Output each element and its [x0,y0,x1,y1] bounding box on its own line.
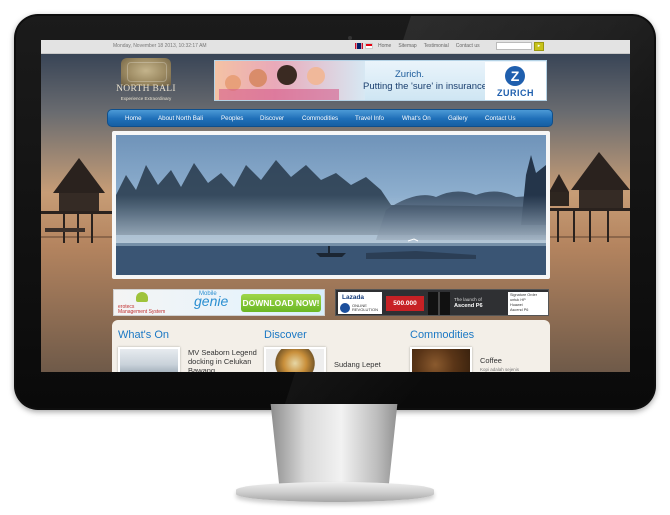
nav-about[interactable]: About North Bali [158,115,203,122]
english-flag-icon[interactable] [355,43,363,49]
launch-line: The launch of [454,297,482,302]
item-title[interactable]: Coffee [480,356,540,365]
top-link-testimonial[interactable]: Testimonial [424,43,449,49]
top-links: Home Sitemap Testimonial Contact us [378,43,480,49]
section-heading[interactable]: What's On [118,329,169,341]
monitor-base [236,482,434,502]
lazada-huawei-ad[interactable]: Lazada ONLINE REVOLUTION 500.000 The lau… [335,289,549,316]
item-title[interactable]: Sudang Lepet [334,360,394,369]
thumbnail-ship[interactable] [118,347,180,372]
thumbnail-coffee[interactable] [410,347,472,372]
logo-emblem-icon [121,58,171,86]
section-commodities: Commodities Coffee Kopi adalah sejenis [404,320,544,372]
section-heading[interactable]: Commodities [410,329,474,341]
zurich-wordmark: ZURICH [497,88,534,98]
item-subtitle: Kopi adalah sejenis [480,367,520,372]
main-navigation: Home About North Bali Peoples Discover C… [107,109,553,127]
lazada-name: Lazada [342,294,365,301]
lazada-sub: ONLINE REVOLUTION [352,303,379,312]
zurich-z-icon: Z [505,66,525,86]
pier-hut-left [41,158,121,243]
top-link-contact[interactable]: Contact us [456,43,480,49]
top-link-home[interactable]: Home [378,43,391,49]
current-date: Monday, November 18 2013, 10:32:17 AM [113,43,207,49]
order-line-4: Ascend P6 [510,308,529,312]
nav-travel-info[interactable]: Travel Info [355,115,384,122]
nav-whats-on[interactable]: What's On [402,115,431,122]
order-line-1: Signature Order [510,293,538,297]
mobile-genie-ad[interactable]: erotecs Management System Mobile genie D… [113,289,325,316]
banner-brand: Zurich. [395,69,425,80]
hero-slideshow-image[interactable] [116,135,546,275]
logo-title: NORTH BALI [116,84,176,94]
android-icon [136,292,148,302]
thumbnail-food[interactable] [264,347,326,372]
section-whats-on: What's On MV Seaborn Legend docking in C… [112,320,257,372]
family-photo [215,61,365,100]
content-panel: What's On MV Seaborn Legend docking in C… [112,320,550,372]
top-link-sitemap[interactable]: Sitemap [398,43,416,49]
nav-contact-us[interactable]: Contact Us [485,115,516,122]
search-button[interactable]: ▸ [534,42,544,51]
lazada-logo: Lazada ONLINE REVOLUTION [338,292,382,314]
language-switcher [355,43,373,49]
logo-tagline: Experience Extraordinary [120,96,172,101]
indonesian-flag-icon[interactable] [365,43,373,49]
ad-row: erotecs Management System Mobile genie D… [113,289,549,316]
lazada-seal-icon [340,303,350,313]
nav-discover[interactable]: Discover [260,115,284,122]
top-utility-bar: Monday, November 18 2013, 10:32:17 AM Ho… [41,40,630,54]
misty-palm-landscape [116,155,546,275]
order-box: Signature Order untuk HP Huawei Ascend P… [508,292,548,315]
phone-image [428,292,450,315]
pier-hut-right [549,152,630,242]
ad-left-tagline: erotecs Management System [118,304,166,315]
download-now-button[interactable]: DOWNLOAD NOW! [241,294,321,312]
section-heading[interactable]: Discover [264,329,307,341]
section-discover: Discover Sudang Lepet [258,320,398,372]
nav-home[interactable]: Home [125,115,142,122]
monitor-stand [270,404,398,486]
site-logo[interactable]: NORTH BALI Experience Extraordinary [113,58,179,106]
order-line-2: untuk HP [510,298,526,302]
browser-viewport: Monday, November 18 2013, 10:32:17 AM Ho… [41,40,630,372]
nav-peoples[interactable]: Peoples [221,115,243,122]
zurich-logo: Z ZURICH [485,62,546,100]
prize-badge: 500.000 [386,296,424,311]
order-line-3: Huawei [510,303,523,307]
nav-commodities[interactable]: Commodities [302,115,338,122]
product-name: Ascend P6 [454,303,483,309]
banner-slogan: Putting the 'sure' in insurance. [363,81,490,92]
search-input[interactable] [496,42,532,50]
ad-left-brand: genie [194,293,229,309]
nav-gallery[interactable]: Gallery [448,115,468,122]
zurich-banner-ad[interactable]: Zurich. Putting the 'sure' in insurance.… [214,60,547,101]
